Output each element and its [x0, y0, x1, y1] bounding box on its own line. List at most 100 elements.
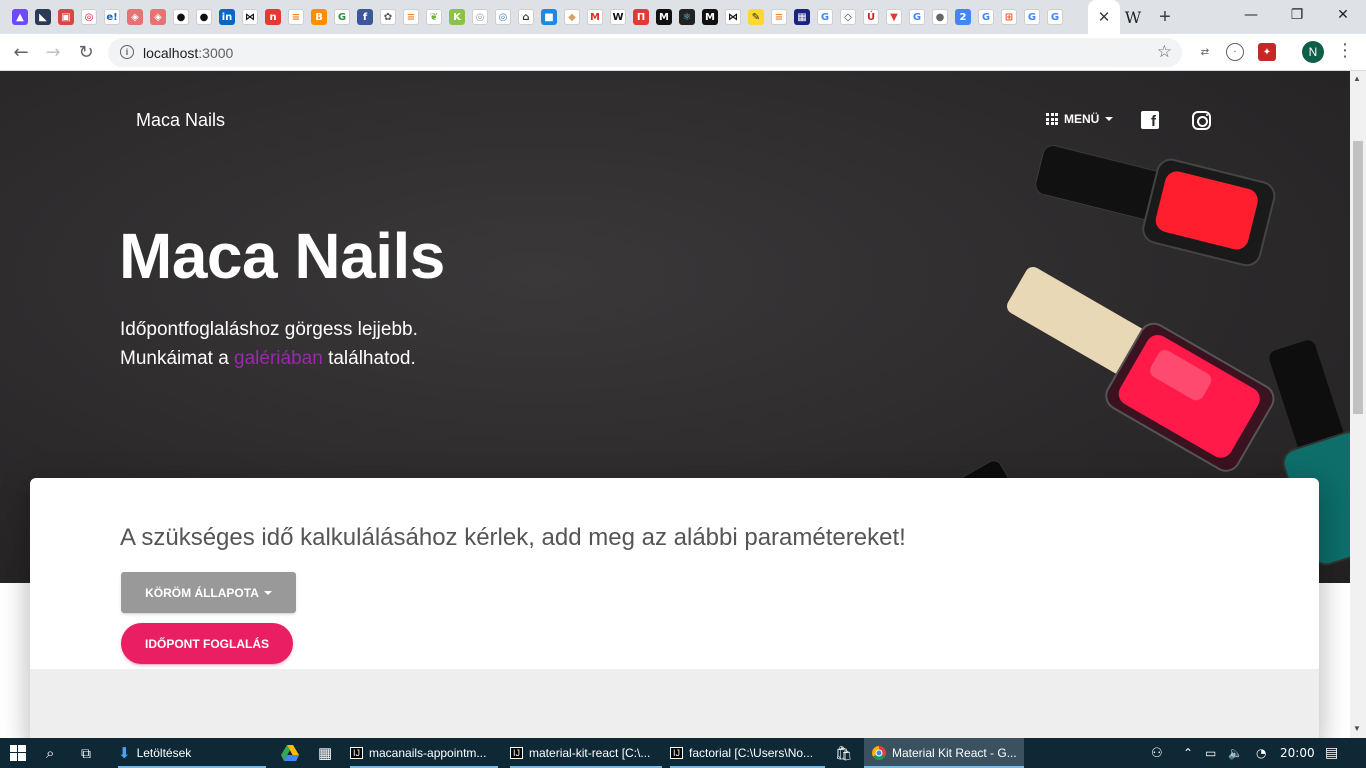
- active-tab[interactable]: ✕: [1088, 0, 1120, 34]
- chess-icon: ▦: [794, 9, 810, 25]
- url-text[interactable]: localhost:3000: [143, 45, 233, 61]
- pinned-tab[interactable]: ▣: [56, 6, 76, 28]
- pinned-tab[interactable]: ▲: [10, 6, 30, 28]
- chrome-menu-icon[interactable]: ⋮: [1336, 40, 1354, 61]
- taskbar-app-4[interactable]: Material Kit React - G...: [864, 738, 1024, 768]
- pinned-tab[interactable]: e!: [102, 6, 122, 28]
- pinned-tab[interactable]: ●: [171, 6, 191, 28]
- geeks-icon: G: [334, 9, 350, 25]
- pinned-tab[interactable]: ⚛: [677, 6, 697, 28]
- menu-dropdown-button[interactable]: MENÜ: [1046, 112, 1114, 126]
- task-view-icon[interactable]: ⧉: [81, 738, 91, 768]
- meetup-icon: ✿: [380, 9, 396, 25]
- nail-state-dropdown-button[interactable]: KÖRÖM ÁLLAPOTA: [121, 572, 296, 613]
- start-button[interactable]: [10, 738, 26, 768]
- calculator-icon[interactable]: ▦: [318, 738, 332, 768]
- scroll-up-icon[interactable]: ▲: [1353, 74, 1361, 83]
- address-bar[interactable]: i localhost:3000 ☆: [108, 38, 1182, 67]
- bookmark-star-icon[interactable]: ☆: [1157, 42, 1172, 62]
- pinned-tab[interactable]: G: [907, 6, 927, 28]
- pinned-tab[interactable]: ▦: [792, 6, 812, 28]
- site-info-icon[interactable]: i: [120, 45, 134, 59]
- pinned-tab[interactable]: G: [815, 6, 835, 28]
- translate-extension-icon[interactable]: ⇄: [1196, 43, 1214, 61]
- reload-button[interactable]: ↻: [73, 39, 99, 65]
- wikipedia-tab-icon[interactable]: W: [1122, 6, 1144, 28]
- pinned-tab[interactable]: ◣: [33, 6, 53, 28]
- sketch-icon-1: ◈: [127, 9, 143, 25]
- pinned-tab[interactable]: ⌂: [516, 6, 536, 28]
- taskbar-app-3[interactable]: IJ factorial [C:\Users\No...: [670, 738, 825, 768]
- gallery-link[interactable]: galériában: [234, 348, 323, 369]
- pinned-tab[interactable]: ≡: [769, 6, 789, 28]
- pinned-tab[interactable]: ●: [930, 6, 950, 28]
- pinned-tab[interactable]: 2: [953, 6, 973, 28]
- battery-icon[interactable]: ▭: [1205, 738, 1216, 768]
- chevron-up-icon[interactable]: ⌃: [1183, 738, 1193, 768]
- pinned-tab[interactable]: n: [263, 6, 283, 28]
- taskbar-downloads[interactable]: ⬇ Letöltések: [118, 738, 266, 768]
- back-button[interactable]: ←: [8, 39, 34, 65]
- book-appointment-button[interactable]: IDŐPONT FOGLALÁS: [121, 623, 293, 664]
- pinned-tab[interactable]: ◈: [148, 6, 168, 28]
- volume-icon[interactable]: 🔈: [1228, 738, 1243, 768]
- close-window-button[interactable]: ✕: [1320, 0, 1366, 30]
- notifications-icon[interactable]: ▤: [1325, 738, 1338, 768]
- pinned-tab[interactable]: ⋈: [723, 6, 743, 28]
- pinned-tab[interactable]: ◎: [470, 6, 490, 28]
- people-icon[interactable]: ⚇: [1151, 738, 1163, 768]
- new-tab-button[interactable]: +: [1153, 4, 1177, 30]
- profile-avatar[interactable]: N: [1302, 41, 1324, 63]
- brand-logo[interactable]: Maca Nails: [136, 110, 225, 131]
- pinned-tab[interactable]: ≡: [401, 6, 421, 28]
- pinned-tab[interactable]: G: [332, 6, 352, 28]
- search-icon[interactable]: ⌕: [46, 738, 54, 768]
- pinned-tab[interactable]: M: [700, 6, 720, 28]
- pinned-tab[interactable]: W: [608, 6, 628, 28]
- pinned-tab[interactable]: B: [309, 6, 329, 28]
- pinned-tab[interactable]: G: [1022, 6, 1042, 28]
- instagram-icon[interactable]: [1192, 111, 1211, 130]
- pinned-tab[interactable]: ❦: [424, 6, 444, 28]
- forward-button[interactable]: →: [40, 39, 66, 65]
- extension-circle-icon[interactable]: ·: [1226, 43, 1244, 61]
- scroll-down-icon[interactable]: ▼: [1353, 724, 1361, 733]
- sketch-icon-2: ◈: [150, 9, 166, 25]
- pinned-tab[interactable]: G: [1045, 6, 1065, 28]
- taskbar-app-2[interactable]: IJ material-kit-react [C:\...: [510, 738, 662, 768]
- pinned-tab[interactable]: ◎: [79, 6, 99, 28]
- scroll-thumb[interactable]: [1353, 141, 1363, 414]
- page-scrollbar[interactable]: ▲ ▼: [1350, 71, 1366, 738]
- pinned-tab[interactable]: ◆: [562, 6, 582, 28]
- google-drive-icon[interactable]: [281, 738, 299, 768]
- close-tab-icon[interactable]: ✕: [1098, 8, 1111, 26]
- pinned-tab[interactable]: f: [355, 6, 375, 28]
- pinned-tab[interactable]: Ú: [861, 6, 881, 28]
- wifi-icon[interactable]: ◔: [1256, 738, 1266, 768]
- pinned-tab[interactable]: ●: [194, 6, 214, 28]
- pinned-tab[interactable]: ✎: [746, 6, 766, 28]
- minimize-button[interactable]: —: [1228, 0, 1274, 30]
- facebook-icon[interactable]: f: [1141, 111, 1159, 129]
- pinned-tab[interactable]: ◎: [493, 6, 513, 28]
- pinned-tab[interactable]: ◇: [838, 6, 858, 28]
- pinned-tab[interactable]: ■: [539, 6, 559, 28]
- pinned-tab[interactable]: K: [447, 6, 467, 28]
- store-icon[interactable]: 🛍: [835, 738, 853, 768]
- taskbar-app-1[interactable]: IJ macanails-appointm...: [350, 738, 498, 768]
- pinned-tab[interactable]: in: [217, 6, 237, 28]
- pinned-tab[interactable]: ◈: [125, 6, 145, 28]
- taskbar-clock[interactable]: 20:00: [1280, 738, 1315, 768]
- pinned-tab[interactable]: ⊞: [999, 6, 1019, 28]
- pinned-tab[interactable]: M: [585, 6, 605, 28]
- bowtie-icon-2: ⋈: [725, 9, 741, 25]
- pinned-tab[interactable]: M: [654, 6, 674, 28]
- pinned-tab[interactable]: ▼: [884, 6, 904, 28]
- maximize-button[interactable]: ❐: [1274, 0, 1320, 30]
- extension-red-icon[interactable]: ✦: [1258, 43, 1276, 61]
- pinned-tab[interactable]: ⋈: [240, 6, 260, 28]
- pinned-tab[interactable]: ✿: [378, 6, 398, 28]
- pinned-tab[interactable]: П: [631, 6, 651, 28]
- pinned-tab[interactable]: G: [976, 6, 996, 28]
- pinned-tab[interactable]: ≡: [286, 6, 306, 28]
